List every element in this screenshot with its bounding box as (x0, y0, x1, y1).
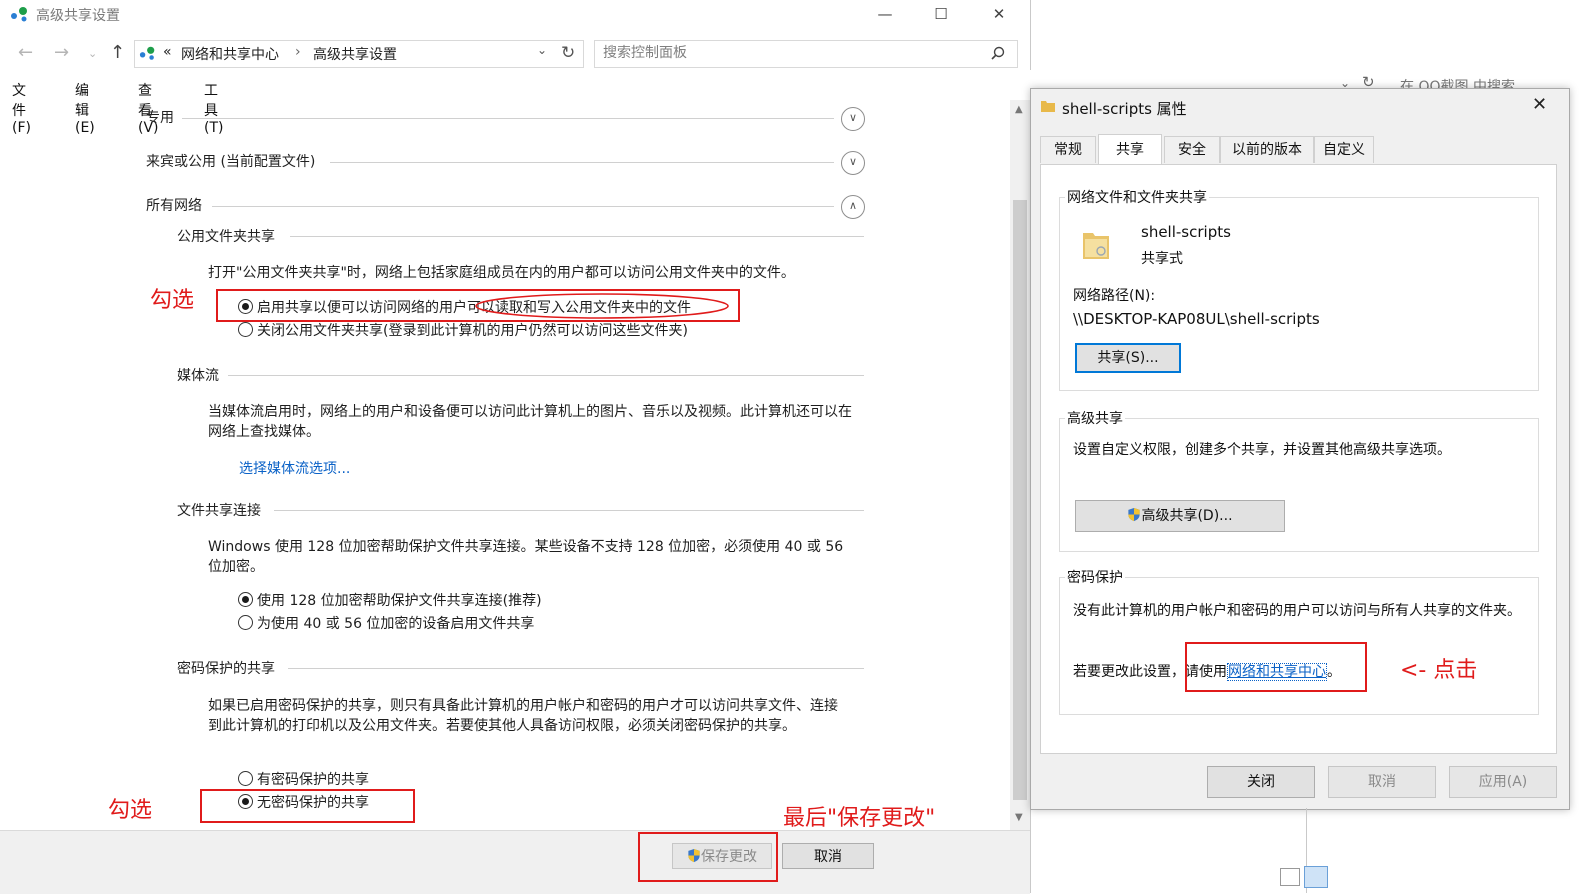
expand-private-chevron-icon[interactable]: ∨ (841, 107, 865, 131)
folder-icon (1041, 101, 1055, 112)
network-path-label: 网络路径(N): (1073, 288, 1156, 304)
vertical-scrollbar[interactable]: ▲ ▼ (1010, 100, 1030, 830)
up-arrow-icon[interactable]: ↑ (110, 42, 125, 63)
address-bar[interactable]: « 网络和共享中心 › 高级共享设置 ⌄ (134, 40, 584, 68)
address-dropdown-icon[interactable]: ⌄ (537, 43, 547, 57)
share-type: 共享式 (1141, 251, 1183, 267)
search-icon[interactable] (991, 46, 1005, 60)
expand-guest-chevron-icon[interactable]: ∨ (841, 151, 865, 175)
media-options-link[interactable]: 选择媒体流选项... (239, 458, 350, 478)
search-input[interactable] (601, 44, 985, 62)
scroll-up-icon[interactable]: ▲ (1015, 104, 1023, 115)
breadcrumb-separator: › (295, 44, 301, 60)
dialog-close-icon[interactable]: ✕ (1532, 94, 1547, 115)
group-password-title: 密码保护 (1065, 567, 1125, 587)
recent-chevron-icon[interactable]: ⌄ (88, 47, 97, 60)
radio-indicator[interactable] (238, 771, 253, 786)
annotation-check-2: 勾选 (108, 798, 153, 823)
highlight-network-center-link (1185, 642, 1367, 692)
large-icons-view-icon[interactable] (1304, 866, 1328, 888)
details-view-icon[interactable] (1280, 868, 1300, 886)
annotation-click-here: <- 点击 (1400, 658, 1478, 683)
minimize-button[interactable]: — (862, 0, 908, 30)
advanced-sharing-window: 高级共享设置 — ☐ ✕ ← → ⌄ ↑ « 网络和共享中心 › 高级共享设置 … (0, 0, 1031, 894)
password-desc: 如果已启用密码保护的共享，则只有具备此计算机的用户帐户和密码的用户才可以访问共享… (208, 698, 838, 734)
heading-media: 媒体流 (177, 368, 219, 384)
back-arrow-icon[interactable]: ← (18, 42, 33, 63)
heading-password-sharing: 密码保护的共享 (177, 661, 275, 677)
network-icon (139, 46, 155, 60)
shared-folder-icon (1083, 233, 1109, 259)
breadcrumb-overflow[interactable]: « (163, 44, 172, 60)
radio-40-56bit[interactable]: 为使用 40 或 56 位加密的设备启用文件共享 (238, 614, 534, 634)
scroll-down-icon[interactable]: ▼ (1015, 812, 1023, 823)
radio-128bit[interactable]: 使用 128 位加密帮助保护文件共享连接(推荐) (238, 591, 542, 611)
password-protection-desc: 没有此计算机的用户帐户和密码的用户可以访问与所有人共享的文件夹。 (1073, 603, 1521, 619)
tab-customize[interactable]: 自定义 (1314, 136, 1374, 163)
cancel-button[interactable]: 取消 (782, 843, 874, 869)
radio-indicator[interactable] (238, 592, 253, 607)
advanced-sharing-button[interactable]: 高级共享(D)... (1075, 500, 1285, 532)
heading-public-folder: 公用文件夹共享 (177, 229, 275, 245)
annotation-save-last: 最后"保存更改" (783, 806, 936, 831)
radio-indicator[interactable] (238, 615, 253, 630)
cancel-dialog-button[interactable]: 取消 (1328, 766, 1436, 798)
breadcrumb-advanced[interactable]: 高级共享设置 (313, 44, 397, 64)
folder-name: shell-scripts (1141, 223, 1231, 241)
window-title: 高级共享设置 (36, 8, 120, 24)
tab-previous-versions[interactable]: 以前的版本 (1220, 136, 1314, 163)
section-all-networks[interactable]: 所有网络 (146, 195, 202, 215)
scroll-thumb[interactable] (1013, 200, 1027, 800)
advanced-desc: 设置自定义权限，创建多个共享，并设置其他高级共享选项。 (1073, 442, 1451, 458)
close-dialog-button[interactable]: 关闭 (1207, 766, 1315, 798)
search-box[interactable] (594, 40, 1018, 68)
radio-indicator[interactable] (238, 322, 253, 337)
tab-security[interactable]: 安全 (1164, 136, 1220, 163)
public-folder-desc: 打开"公用文件夹共享"时，网络上包括家庭组成员在内的用户都可以访问公用文件夹中的… (208, 265, 795, 281)
button-bar: 保存更改 取消 (0, 830, 1030, 894)
network-icon (11, 7, 27, 22)
media-desc: 当媒体流启用时，网络上的用户和设备便可以访问此计算机上的图片、音乐以及视频。此计… (208, 404, 852, 440)
highlight-ellipse (475, 293, 729, 319)
apply-button[interactable]: 应用(A) (1449, 766, 1557, 798)
radio-public-off[interactable]: 关闭公用文件夹共享(登录到此计算机的用户仍然可以访问这些文件夹) (238, 321, 688, 341)
group-advanced-title: 高级共享 (1065, 408, 1125, 428)
heading-file-sharing: 文件共享连接 (177, 503, 261, 519)
section-guest-public[interactable]: 来宾或公用 (当前配置文件) (146, 151, 315, 171)
collapse-all-chevron-icon[interactable]: ∧ (841, 195, 865, 219)
tab-general[interactable]: 常规 (1040, 136, 1096, 163)
maximize-button[interactable]: ☐ (918, 0, 964, 30)
radio-password-on[interactable]: 有密码保护的共享 (238, 770, 369, 790)
file-sharing-desc: Windows 使用 128 位加密帮助保护文件共享连接。某些设备不支持 128… (208, 539, 844, 575)
section-private[interactable]: 专用 (146, 107, 174, 127)
breadcrumb-network-center[interactable]: 网络和共享中心 (181, 44, 279, 64)
forward-arrow-icon[interactable]: → (54, 42, 69, 63)
uac-shield-icon (1128, 507, 1141, 522)
dialog-title: shell-scripts 属性 (1062, 100, 1187, 118)
refresh-icon[interactable]: ↻ (561, 43, 575, 63)
highlight-password-off (200, 789, 415, 823)
network-path: \\DESKTOP-KAP08UL\shell-scripts (1073, 310, 1320, 328)
group-network-sharing-title: 网络文件和文件夹共享 (1065, 187, 1209, 207)
annotation-check-1: 勾选 (150, 288, 195, 313)
close-button[interactable]: ✕ (976, 0, 1022, 30)
highlight-save-button (638, 832, 778, 882)
settings-content: 专用 ∨ 来宾或公用 (当前配置文件) ∨ 所有网络 ∧ 公用文件夹共享 打开"… (0, 100, 1010, 830)
title-bar[interactable]: 高级共享设置 — ☐ ✕ (0, 0, 1030, 30)
tab-sharing[interactable]: 共享 (1098, 134, 1162, 164)
share-button[interactable]: 共享(S)... (1075, 343, 1181, 373)
